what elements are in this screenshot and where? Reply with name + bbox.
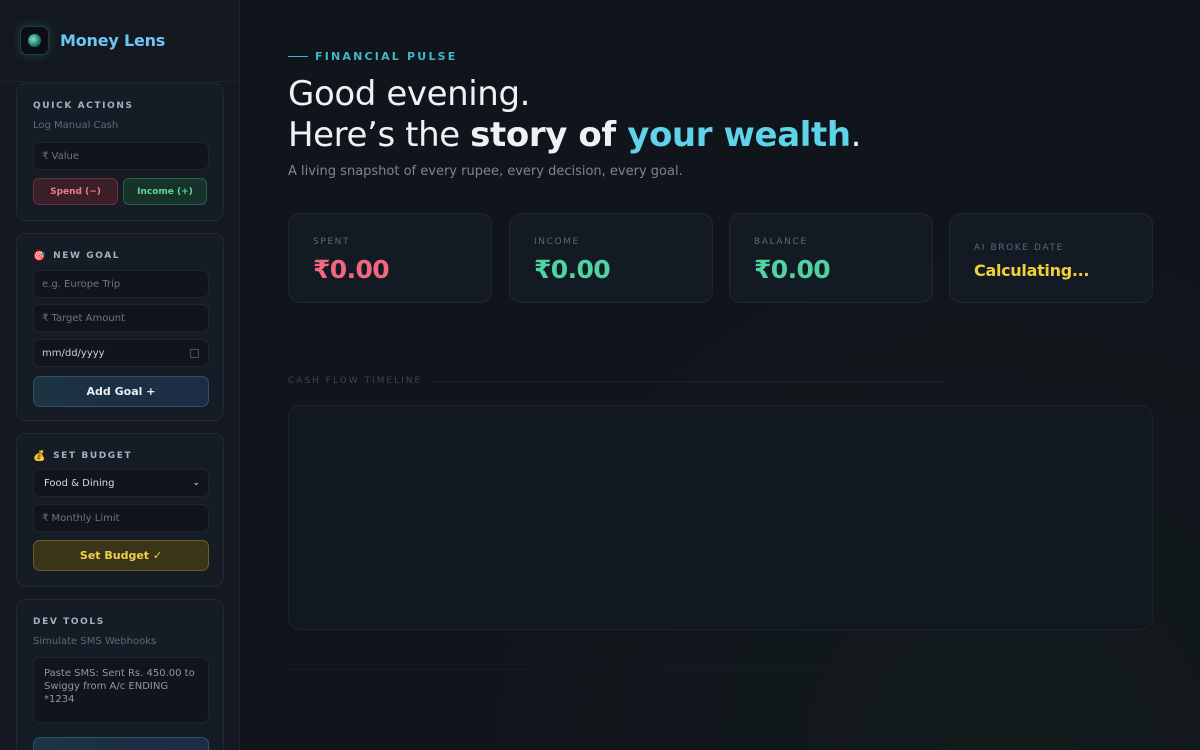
main-content: FINANCIAL PULSE Good evening. Here’s the… [241,0,1200,750]
simulate-sms-button[interactable] [33,737,209,750]
greeting-line-2: Here’s the story of your wealth. [288,115,862,155]
eyebrow: FINANCIAL PULSE [288,50,458,63]
quick-actions-panel: QUICK ACTIONS Log Manual Cash ₹ Value Sp… [16,83,224,221]
budget-limit-input[interactable]: ₹ Monthly Limit [33,504,209,532]
panel-title: QUICK ACTIONS [33,101,134,111]
add-goal-button[interactable]: Add Goal + [33,376,209,407]
stat-card-balance: BALANCE ₹0.00 [729,213,933,303]
globe-icon [28,34,41,47]
stat-card-spent: SPENT ₹0.00 [288,213,492,303]
sidebar: Money Lens QUICK ACTIONS Log Manual Cash… [0,0,240,750]
spend-button[interactable]: Spend (−) [33,178,118,205]
panel-subtitle: Log Manual Cash [33,120,119,131]
panel-title: 🎯 NEW GOAL [33,250,121,262]
stat-value: Calculating... [974,261,1090,280]
panel-title: 💰 SET BUDGET [33,450,133,462]
eyebrow-dash [288,56,308,57]
stat-card-income: INCOME ₹0.00 [509,213,713,303]
panel-subtitle: Simulate SMS Webhooks [33,636,157,647]
stat-value: ₹0.00 [754,255,831,284]
panel-title: DEV TOOLS [33,617,105,627]
cash-flow-timeline-chart [288,405,1153,630]
budget-category-select[interactable]: Food & Dining ⌄ [33,469,209,497]
goal-amount-input[interactable]: ₹ Target Amount [33,304,209,332]
dev-tools-panel: DEV TOOLS Simulate SMS Webhooks Paste SM… [16,599,224,750]
money-bag-icon: 💰 [33,450,48,462]
income-button[interactable]: Income (+) [123,178,207,205]
target-icon: 🎯 [33,250,48,262]
divider [434,380,945,382]
new-goal-panel: 🎯 NEW GOAL e.g. Europe Trip ₹ Target Amo… [16,233,224,421]
set-budget-panel: 💰 SET BUDGET Food & Dining ⌄ ₹ Monthly L… [16,433,224,587]
sms-textarea[interactable]: Paste SMS: Sent Rs. 450.00 to Swiggy fro… [33,657,209,723]
tagline: A living snapshot of every rupee, every … [288,164,683,179]
set-budget-button[interactable]: Set Budget ✓ [33,540,209,571]
stat-card-ai-broke-date: AI BROKE DATE Calculating... [949,213,1153,303]
goal-date-input[interactable]: mm/dd/yyyy [33,339,209,367]
app-name: Money Lens [60,31,166,50]
goal-name-input[interactable]: e.g. Europe Trip [33,270,209,298]
divider [288,669,1153,670]
greeting-line-1: Good evening. [288,74,531,114]
calendar-icon[interactable] [190,348,199,358]
chevron-down-icon: ⌄ [192,478,200,488]
app-logo [20,26,49,55]
timeline-label: CASH FLOW TIMELINE [288,376,945,386]
stat-value: ₹0.00 [313,255,390,284]
cash-value-input[interactable]: ₹ Value [33,142,209,170]
greeting-heading: Good evening. Here’s the story of your w… [288,74,861,156]
stat-value: ₹0.00 [534,255,611,284]
brand[interactable]: Money Lens [0,0,239,82]
